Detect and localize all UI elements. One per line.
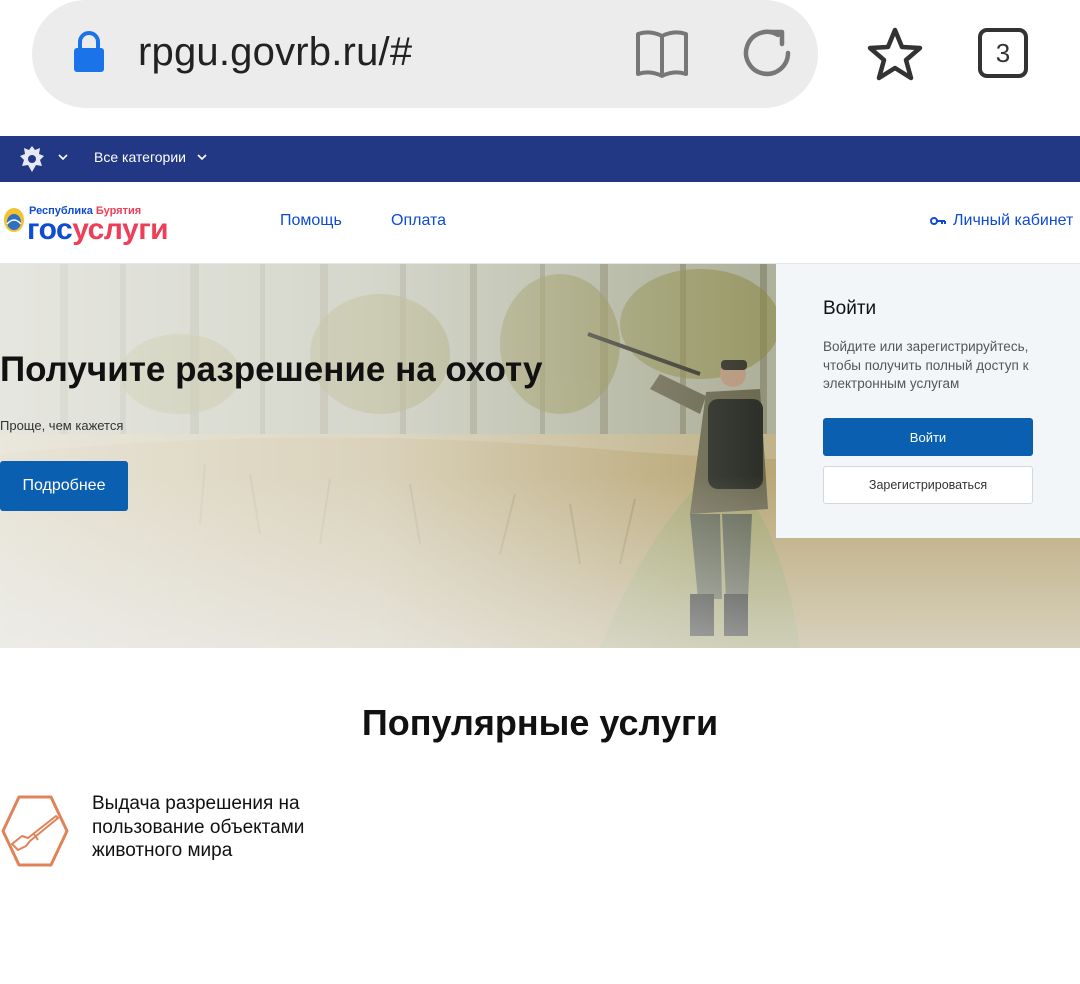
service-link-wildlife-permit[interactable]: Выдача разрешения на пользование объекта… xyxy=(92,792,312,863)
nav-help-link[interactable]: Помощь xyxy=(280,212,342,230)
register-button[interactable]: Зарегистрироваться xyxy=(823,466,1033,504)
nav-payment-link[interactable]: Оплата xyxy=(391,212,446,230)
logo-brand[interactable]: госуслуги xyxy=(27,213,169,247)
rifle-icon[interactable] xyxy=(0,794,70,868)
site-header: Республика Бурятия госуслуги Помощь Опла… xyxy=(0,182,1080,264)
all-categories-link[interactable]: Все категории xyxy=(94,149,186,165)
chevron-down-icon[interactable] xyxy=(195,150,209,164)
lock-icon[interactable] xyxy=(72,30,106,74)
more-button[interactable]: Подробнее xyxy=(0,461,128,511)
login-description: Войдите или зарегистрируйтесь, чтобы пол… xyxy=(823,339,1029,391)
key-icon xyxy=(930,217,946,225)
browser-toolbar: rpgu.govrb.ru/# 3 xyxy=(0,0,1080,136)
popular-services-title: Популярные услуги xyxy=(361,702,719,743)
tabs-icon[interactable]: 3 xyxy=(978,28,1028,78)
login-card: Войти Войдите или зарегистрируйтесь, что… xyxy=(776,264,1080,538)
url-text[interactable]: rpgu.govrb.ru/# xyxy=(138,30,412,75)
hero-title: Получите разрешение на охоту xyxy=(0,350,543,389)
reload-icon[interactable] xyxy=(740,26,794,80)
hero-subtitle: Проще, чем кажется xyxy=(0,418,124,433)
top-strip: Все категории xyxy=(0,136,1080,182)
login-title: Войти xyxy=(823,298,877,319)
chevron-down-icon[interactable] xyxy=(56,150,70,164)
star-icon[interactable] xyxy=(866,26,924,82)
buryatia-emblem-icon[interactable] xyxy=(2,206,26,234)
personal-cabinet-link[interactable]: Личный кабинет xyxy=(953,212,1073,230)
emblem-icon[interactable] xyxy=(18,144,46,174)
login-button[interactable]: Войти xyxy=(823,418,1033,456)
reader-mode-icon[interactable] xyxy=(634,26,690,80)
